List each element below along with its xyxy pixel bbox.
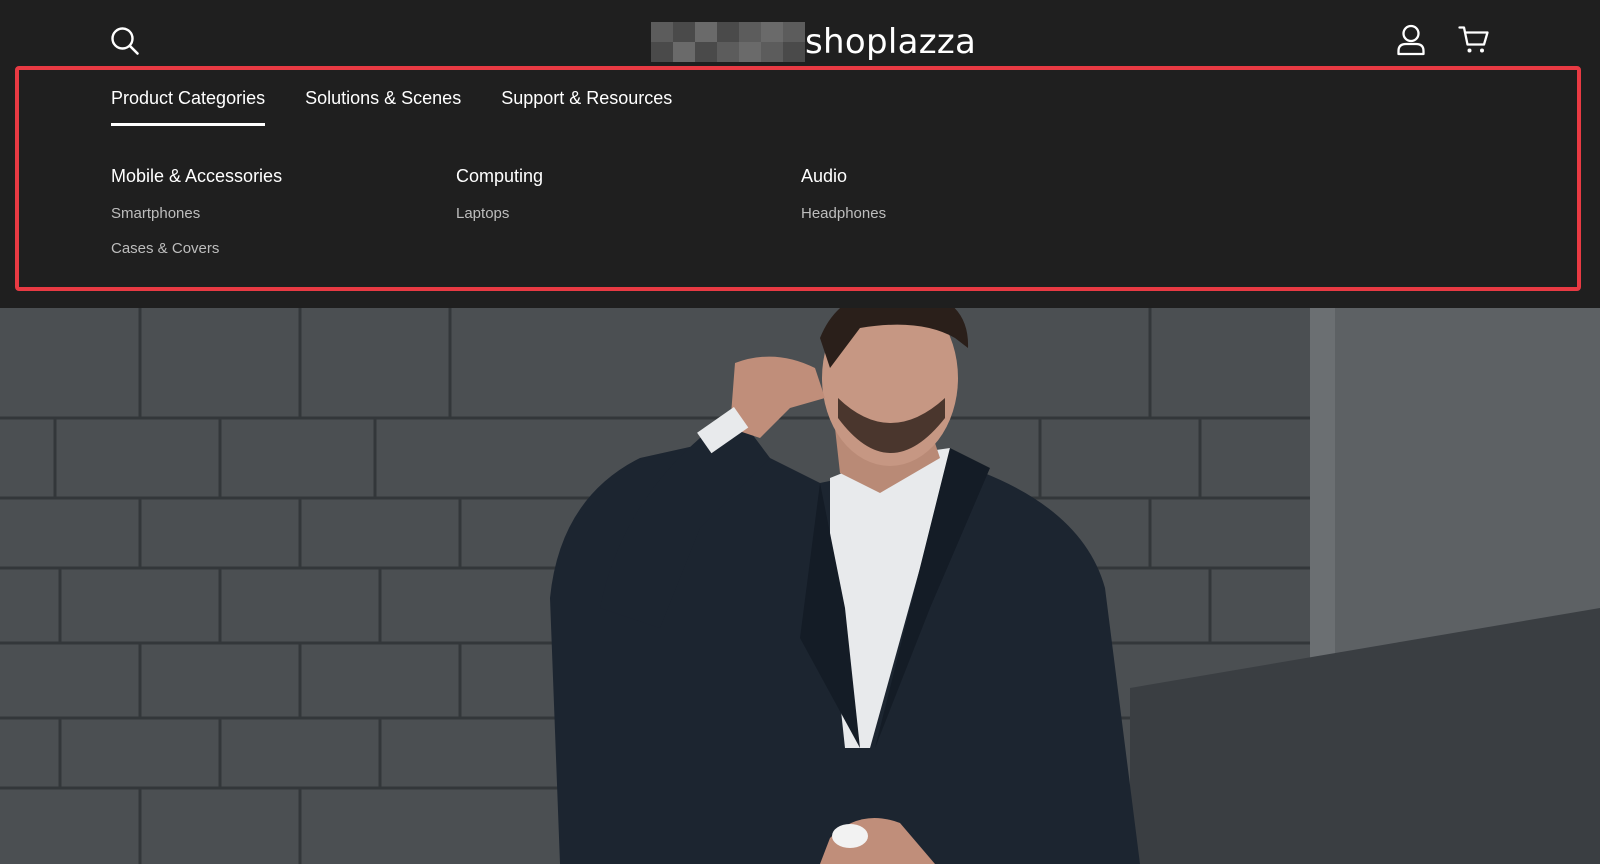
menu-link-laptops[interactable]: Laptops xyxy=(456,205,801,222)
redacted-logo-mark xyxy=(651,22,805,62)
menu-link-smartphones[interactable]: Smartphones xyxy=(111,205,456,222)
cart-button[interactable] xyxy=(1458,25,1490,55)
logo-text: shoplazza xyxy=(805,22,977,62)
user-icon xyxy=(1397,24,1425,56)
menu-column-computing: Computing Laptops xyxy=(456,166,801,275)
column-title-computing[interactable]: Computing xyxy=(456,166,801,187)
search-icon xyxy=(111,27,139,55)
tab-product-categories[interactable]: Product Categories xyxy=(111,88,266,126)
column-title-audio[interactable]: Audio xyxy=(801,166,1146,187)
search-button[interactable] xyxy=(110,26,140,56)
tab-solutions-scenes[interactable]: Solutions & Scenes xyxy=(305,88,461,125)
column-title-mobile-accessories[interactable]: Mobile & Accessories xyxy=(111,166,456,187)
menu-link-cases-covers[interactable]: Cases & Covers xyxy=(111,240,456,257)
site-header: shoplazza Product Categories Solutions &… xyxy=(0,0,1600,308)
cart-icon xyxy=(1458,26,1489,53)
account-button[interactable] xyxy=(1396,24,1426,56)
menu-column-audio: Audio Headphones xyxy=(801,166,1146,275)
menu-column-mobile: Mobile & Accessories Smartphones Cases &… xyxy=(111,166,456,275)
menu-link-headphones[interactable]: Headphones xyxy=(801,205,1146,222)
tab-support-resources[interactable]: Support & Resources xyxy=(501,88,672,125)
storefront-page: shoplazza Product Categories Solutions &… xyxy=(0,0,1600,864)
hero-banner[interactable] xyxy=(0,308,1600,864)
menu-columns: Mobile & Accessories Smartphones Cases &… xyxy=(111,166,1146,275)
store-logo[interactable]: shoplazza xyxy=(651,20,976,64)
mega-menu: Product Categories Solutions & Scenes Su… xyxy=(15,66,1581,291)
menu-tabs: Product Categories Solutions & Scenes Su… xyxy=(111,88,672,126)
hero-image xyxy=(0,308,1600,864)
